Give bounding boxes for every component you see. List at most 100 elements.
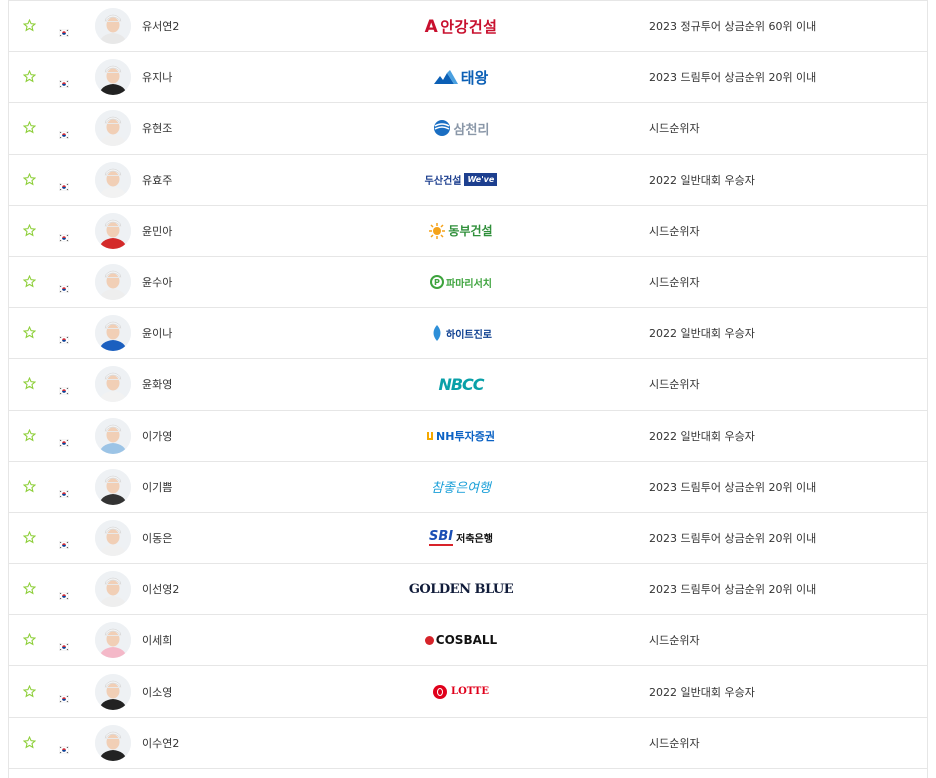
player-name[interactable]: 이수연2 (142, 735, 179, 751)
favorite-star-icon[interactable] (22, 377, 37, 391)
qualification-text: 2022 일반대회 우승자 (649, 429, 755, 443)
favorite-star-icon[interactable] (22, 735, 37, 750)
dongbu-icon (429, 222, 446, 239)
qualification-text: 시드순위자 (649, 224, 700, 238)
qualification-text: 2023 드림투어 상금순위 20위 이내 (649, 480, 817, 494)
player-avatar[interactable] (95, 571, 131, 608)
sponsor-name: 두산건설 (424, 176, 462, 188)
player-name[interactable]: 유효주 (142, 172, 172, 188)
qualification-text: 시드순위자 (649, 378, 700, 392)
player-row: 윤이나 하이트진로 2022 일반대회 우승자 (9, 308, 927, 360)
player-row: 윤수아 P 파마리서치 시드순위자 (9, 257, 927, 309)
svg-text:P: P (434, 278, 440, 287)
player-row: 이세희 COSBALL 시드순위자 (9, 615, 927, 667)
player-name[interactable]: 유지나 (142, 69, 172, 85)
player-name[interactable]: 윤수아 (142, 274, 172, 290)
favorite-star-icon[interactable] (22, 70, 37, 84)
player-row: 윤민아 동부건설 시드순위자 (9, 206, 927, 257)
korea-flag-icon (58, 585, 70, 601)
qualification-text: 시드순위자 (649, 634, 700, 648)
favorite-star-icon[interactable] (22, 684, 37, 699)
player-name[interactable]: 이선영2 (142, 581, 179, 597)
sponsor-logo: 태왕 (331, 65, 591, 89)
sponsor-logo: 두산건설 We've (331, 168, 591, 192)
favorite-star-icon[interactable] (22, 121, 37, 135)
player-avatar[interactable] (95, 417, 131, 454)
player-avatar[interactable] (95, 161, 131, 198)
player-name[interactable]: 이가영 (142, 428, 172, 444)
sponsor-logo: 하이트진로 (331, 321, 591, 345)
player-name[interactable]: 유서연2 (142, 18, 179, 34)
sponsor-mark: A (424, 16, 439, 37)
korea-flag-icon (58, 380, 70, 396)
player-avatar[interactable] (95, 519, 131, 556)
korea-flag-icon (58, 278, 70, 294)
player-name[interactable]: 이소영 (142, 684, 172, 700)
cosball-icon (424, 635, 434, 645)
korea-flag-icon (58, 124, 70, 140)
favorite-star-icon[interactable] (22, 18, 37, 33)
player-avatar[interactable] (95, 673, 131, 710)
player-row: 유현조 삼천리 시드순위자 (9, 103, 927, 155)
sponsor-name: 하이트진로 (446, 329, 492, 341)
player-name[interactable]: 윤이나 (142, 325, 172, 341)
player-avatar[interactable] (95, 110, 131, 147)
favorite-star-icon[interactable] (22, 274, 37, 289)
player-row: 이선영2 GOLDEN BLUE 2023 드림투어 상금순위 20위 이내 (9, 564, 927, 616)
sponsor-logo: 삼천리 (331, 116, 591, 140)
sponsor-name: 동부건설 (448, 224, 493, 239)
player-row: 이소영 LOTTE 2022 일반대회 우승자 (9, 666, 927, 718)
korea-flag-icon (58, 329, 70, 345)
sponsor-name: 저축은행 (456, 534, 493, 546)
sponsor-name: 참좋은여행 (431, 481, 491, 497)
favorite-star-icon[interactable] (22, 633, 37, 647)
qualification-text: 시드순위자 (649, 122, 700, 136)
player-name[interactable]: 이기쁨 (142, 479, 172, 495)
player-name[interactable]: 이세희 (142, 632, 172, 648)
nh-icon (427, 431, 434, 440)
player-name[interactable]: 유현조 (142, 120, 172, 136)
korea-flag-icon (58, 176, 70, 191)
sponsor-mark: SBI (429, 529, 454, 547)
sponsor-name: NH투자증권 (436, 429, 495, 443)
player-avatar[interactable] (95, 724, 131, 761)
qualification-text: 2022 일반대회 우승자 (649, 327, 755, 341)
favorite-star-icon[interactable] (22, 581, 37, 596)
player-avatar[interactable] (95, 59, 131, 96)
sponsor-name: GOLDEN BLUE (408, 581, 514, 597)
player-avatar[interactable] (95, 366, 131, 403)
player-avatar[interactable] (95, 622, 131, 659)
korea-flag-icon (58, 22, 70, 38)
favorite-star-icon[interactable] (22, 172, 37, 187)
player-avatar[interactable] (95, 8, 131, 45)
korea-flag-icon (58, 534, 70, 550)
lotte-icon (433, 684, 448, 699)
qualification-text: 시드순위자 (649, 736, 700, 750)
sponsor-logo (331, 731, 591, 755)
player-row: 유서연2 A 안강건설 2023 정규투어 상금순위 60위 이내 (9, 1, 927, 53)
sponsor-logo: P 파마리서치 (331, 270, 591, 294)
player-avatar[interactable] (95, 468, 131, 505)
player-name[interactable]: 윤화영 (142, 376, 172, 392)
qualification-text: 2023 드림투어 상금순위 20위 이내 (649, 71, 817, 85)
player-avatar[interactable] (95, 264, 131, 301)
favorite-star-icon[interactable] (22, 530, 37, 545)
favorite-star-icon[interactable] (22, 479, 37, 494)
favorite-star-icon[interactable] (22, 428, 37, 443)
player-name[interactable]: 이동은 (142, 530, 172, 546)
favorite-star-icon[interactable] (22, 223, 37, 238)
qualification-text: 2022 일반대회 우승자 (649, 685, 755, 699)
player-name[interactable]: 윤민아 (142, 223, 172, 239)
player-avatar[interactable] (95, 212, 131, 249)
player-row: 이가영 NH투자증권 2022 일반대회 우승자 (9, 411, 927, 462)
qualification-text: 2023 드림투어 상금순위 20위 이내 (649, 531, 817, 545)
qualification-text: 2022 일반대회 우승자 (649, 173, 755, 187)
player-table: 유서연2 A 안강건설 2023 정규투어 상금순위 60위 이내 유지나 태왕 … (8, 0, 928, 778)
player-avatar[interactable] (95, 315, 131, 352)
player-row: 유지나 태왕 2023 드림투어 상금순위 20위 이내 (9, 52, 927, 104)
favorite-star-icon[interactable] (22, 325, 37, 340)
sponsor-name: NBCC (438, 374, 484, 394)
sponsor-logo: NBCC (331, 372, 591, 396)
player-list: 유서연2 A 안강건설 2023 정규투어 상금순위 60위 이내 유지나 태왕 … (9, 1, 927, 769)
korea-flag-icon (58, 636, 70, 652)
